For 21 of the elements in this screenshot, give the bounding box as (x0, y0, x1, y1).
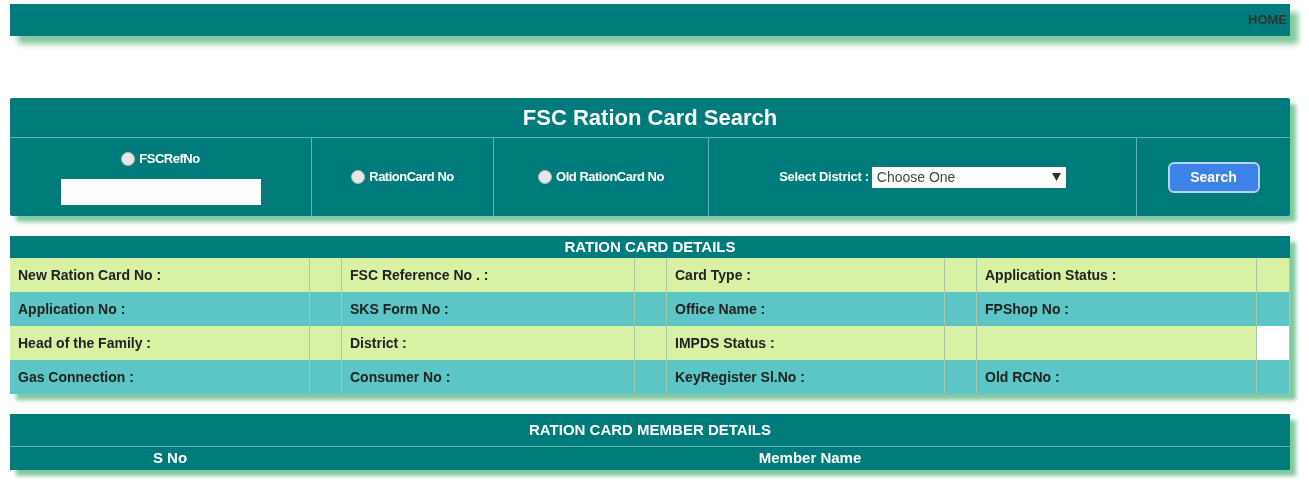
label-cell: Gas Connection : (10, 360, 310, 394)
column-header: S No (152, 448, 188, 469)
radio-option[interactable]: FSCRefNo (121, 149, 200, 169)
label-cell: KeyRegister Sl.No : (667, 360, 945, 394)
radio-option[interactable]: Old RationCard No (538, 167, 664, 187)
search-button[interactable]: Search (1167, 161, 1260, 193)
section-header: RATION CARD MEMBER DETAILS (10, 414, 1290, 447)
section-header: RATION CARD DETAILS (10, 236, 1290, 258)
panel-title: FSC Ration Card Search (10, 98, 1290, 138)
input-field[interactable] (60, 178, 261, 205)
label-cell: Consumer No : (342, 360, 635, 394)
radio-button[interactable] (121, 152, 136, 166)
value-cell (1257, 326, 1290, 360)
radio-button[interactable] (351, 170, 366, 184)
radio-button[interactable] (538, 170, 553, 184)
district-dropdown[interactable]: Choose One (871, 166, 1066, 188)
label-cell: Old RCNo : (977, 360, 1257, 394)
radio-option[interactable]: RationCard No (351, 167, 454, 187)
select-district-label: Select District : (779, 168, 869, 187)
column-header: Member Name (758, 448, 862, 469)
caret-icon (1051, 173, 1061, 181)
